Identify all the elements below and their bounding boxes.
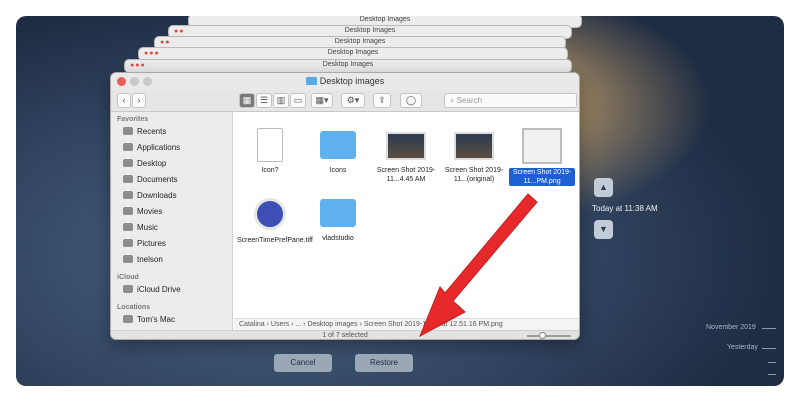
annotation-arrow-icon bbox=[419, 193, 538, 338]
time-machine-screen: Desktop Images ●● Desktop Images ●● Desk… bbox=[16, 16, 784, 386]
